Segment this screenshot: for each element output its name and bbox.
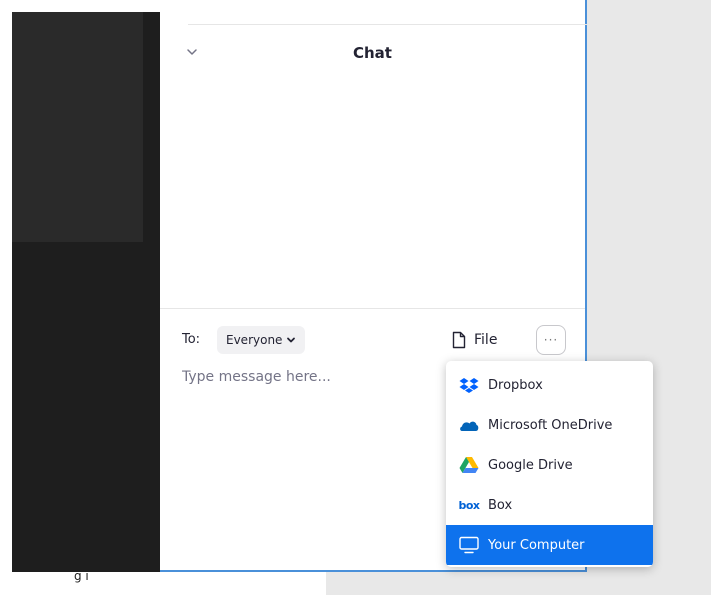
more-options-button[interactable]: ···	[536, 325, 566, 355]
menu-item-google-drive[interactable]: Google Drive	[446, 445, 653, 485]
more-icon: ···	[543, 333, 559, 347]
menu-item-your-computer[interactable]: Your Computer	[446, 525, 653, 565]
file-button[interactable]: File	[452, 329, 497, 351]
divider	[188, 24, 587, 25]
menu-item-dropbox[interactable]: Dropbox	[446, 365, 653, 405]
monitor-icon	[458, 536, 480, 554]
menu-item-label: Microsoft OneDrive	[488, 417, 613, 433]
background-text-fragment: g ı	[74, 569, 89, 583]
chevron-down-icon	[287, 337, 296, 343]
dropbox-icon	[458, 376, 480, 394]
background-window-strip: g ı	[12, 569, 326, 595]
menu-item-label: Dropbox	[488, 377, 543, 393]
compose-divider	[160, 308, 585, 309]
menu-item-box[interactable]: box Box	[446, 485, 653, 525]
onedrive-icon	[458, 416, 480, 434]
menu-item-label: Your Computer	[488, 537, 585, 553]
menu-item-label: Google Drive	[488, 457, 573, 473]
file-share-menu: Dropbox Microsoft OneDrive Google Drive …	[446, 361, 653, 567]
message-input[interactable]	[182, 366, 442, 388]
to-label: To:	[182, 332, 201, 347]
chat-title: Chat	[353, 44, 392, 62]
menu-item-onedrive[interactable]: Microsoft OneDrive	[446, 405, 653, 445]
file-icon	[452, 331, 466, 349]
video-tile	[12, 12, 143, 242]
google-drive-icon	[458, 456, 480, 474]
recipient-label: Everyone	[226, 333, 283, 347]
file-label: File	[474, 332, 498, 348]
box-icon: box	[458, 498, 480, 512]
menu-item-label: Box	[488, 497, 513, 513]
recipient-dropdown[interactable]: Everyone	[217, 326, 306, 354]
